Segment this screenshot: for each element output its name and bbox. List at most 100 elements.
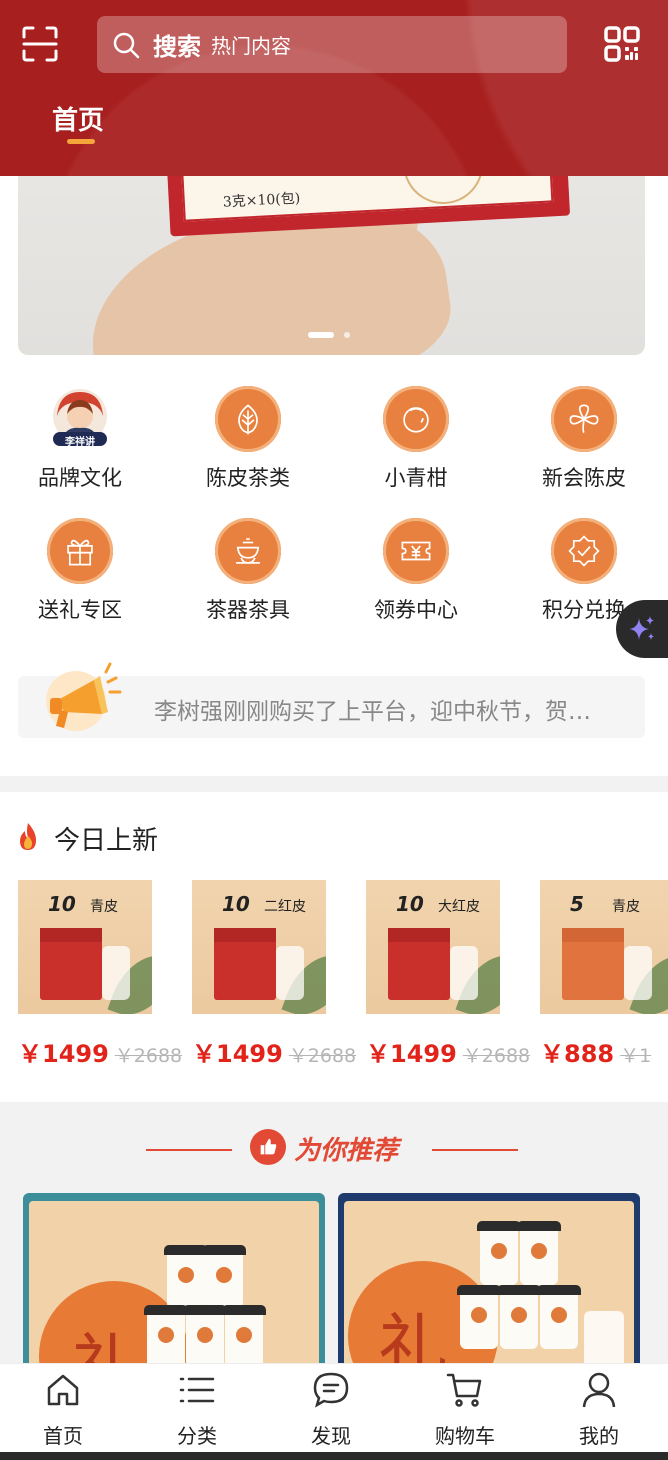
product-number: 10 xyxy=(222,892,250,916)
product-bag xyxy=(388,928,450,1000)
product-number: 10 xyxy=(396,892,424,916)
new-today-title: 今日上新 xyxy=(54,826,159,856)
original-price: ￥1 xyxy=(620,1045,652,1067)
recommend-product-card[interactable]: 礼 xyxy=(338,1193,640,1364)
tea-cup xyxy=(144,1305,188,1364)
current-price: ￥888 xyxy=(540,1040,615,1068)
scan-icon[interactable] xyxy=(20,24,60,64)
teapot-icon xyxy=(215,518,281,584)
tab-home-nav[interactable]: 首页 xyxy=(13,1370,113,1449)
top-header: 搜索 热门内容 首页 xyxy=(0,0,668,176)
notice-text: 李树强刚刚购买了上平台，迎中秋节，贺… xyxy=(154,699,591,725)
points-badge-icon xyxy=(551,518,617,584)
active-tab-indicator xyxy=(67,139,95,144)
tab-profile-nav[interactable]: 我的 xyxy=(549,1370,649,1449)
tab-label: 分类 xyxy=(177,1424,217,1448)
category-label: 茶器茶具 xyxy=(206,598,290,622)
product-jar xyxy=(624,946,652,1000)
product-card[interactable]: 5 青皮 ￥888 ￥1 xyxy=(540,880,668,1069)
current-price: ￥1499 xyxy=(192,1040,283,1068)
flame-icon xyxy=(20,823,36,850)
tab-category-nav[interactable]: 分类 xyxy=(147,1370,247,1449)
tea-cup xyxy=(457,1285,501,1349)
tab-home[interactable]: 首页 xyxy=(52,100,104,137)
cart-icon xyxy=(446,1373,482,1407)
tab-label: 购物车 xyxy=(435,1424,495,1448)
thumbs-up-icon xyxy=(250,1129,286,1165)
sparkle-icon xyxy=(629,616,654,640)
original-price: ￥2688 xyxy=(288,1045,357,1067)
qr-code-icon[interactable] xyxy=(602,24,642,64)
tab-discover-nav[interactable]: 发现 xyxy=(281,1370,381,1449)
product-jar xyxy=(102,946,130,1000)
tea-cup xyxy=(222,1305,266,1364)
category-label: 送礼专区 xyxy=(38,598,122,622)
peel-icon xyxy=(551,386,617,452)
home-icon xyxy=(47,1374,79,1406)
product-number: 5 xyxy=(570,892,584,916)
tab-label: 首页 xyxy=(43,1424,83,1448)
product-bag xyxy=(214,928,276,1000)
product-card[interactable]: 10 二红皮 ￥1499 ￥2688 xyxy=(192,880,356,1069)
tea-cup xyxy=(164,1245,208,1309)
category-teaware[interactable]: 茶器茶具 xyxy=(178,518,318,624)
category-label: 领券中心 xyxy=(374,598,458,622)
search-label: 搜索 xyxy=(153,33,201,61)
recommend-title: 为你推荐 xyxy=(294,1136,399,1166)
promo-banner[interactable]: 3克×10(包) xyxy=(18,176,645,355)
tab-label: 发现 xyxy=(311,1424,351,1448)
product-image-name: 二红皮 xyxy=(264,899,306,915)
current-price: ￥1499 xyxy=(18,1040,109,1068)
megaphone-icon xyxy=(46,662,122,731)
product-image: 10 二红皮 xyxy=(192,880,326,1014)
gift-tin-character: 礼 xyxy=(378,1306,448,1364)
coupon-icon xyxy=(383,518,449,584)
product-bag xyxy=(40,928,102,1000)
category-coupons[interactable]: 领券中心 xyxy=(346,518,486,624)
product-image-name: 青皮 xyxy=(90,899,118,915)
product-number: 10 xyxy=(48,892,76,916)
ai-assistant-button[interactable] xyxy=(616,600,668,658)
product-jar xyxy=(276,946,304,1000)
product-jar xyxy=(450,946,478,1000)
tea-cup xyxy=(202,1245,246,1309)
price-row: ￥1499 ￥2688 xyxy=(366,1034,530,1069)
tea-cup xyxy=(517,1221,561,1285)
category-label: 品牌文化 xyxy=(38,466,122,490)
banner-box-seal xyxy=(403,176,486,207)
search-input[interactable]: 搜索 热门内容 xyxy=(97,16,567,73)
category-brand-culture[interactable]: 李祥讲 品牌文化 xyxy=(10,386,150,492)
recommend-product-image: 礼 xyxy=(29,1201,319,1364)
product-card[interactable]: 10 大红皮 ￥1499 ￥2688 xyxy=(366,880,530,1069)
tea-cup xyxy=(497,1285,541,1349)
search-icon xyxy=(113,32,140,58)
banner-pagination xyxy=(308,332,350,338)
gift-tin-character: 礼 xyxy=(71,1311,141,1364)
tea-cup xyxy=(477,1221,521,1285)
product-image: 10 大红皮 xyxy=(366,880,500,1014)
recommend-product-card[interactable]: 礼 xyxy=(23,1193,325,1364)
original-price: ￥2688 xyxy=(114,1045,183,1067)
category-gifts[interactable]: 送礼专区 xyxy=(10,518,150,624)
product-image-name: 青皮 xyxy=(612,899,640,915)
tab-cart-nav[interactable]: 购物车 xyxy=(415,1370,515,1449)
category-green-citrus[interactable]: 小青柑 xyxy=(346,386,486,492)
list-icon xyxy=(179,1377,215,1403)
purchase-notice-bar[interactable]: 李树强刚刚购买了上平台，迎中秋节，贺… xyxy=(18,662,645,738)
product-card[interactable]: 10 青皮 ￥1499 ￥2688 xyxy=(18,880,182,1069)
divider-line xyxy=(146,1149,232,1151)
original-price: ￥2688 xyxy=(462,1045,531,1067)
category-label: 小青柑 xyxy=(384,466,448,490)
price-row: ￥888 ￥1 xyxy=(540,1034,668,1069)
gift-icon xyxy=(47,518,113,584)
pagination-dot xyxy=(344,332,350,338)
product-jar xyxy=(584,1311,624,1364)
bottom-edge xyxy=(0,1452,668,1460)
category-xinhui-peel[interactable]: 新会陈皮 xyxy=(514,386,654,492)
new-today-section: 今日上新 10 青皮 ￥1499 ￥2688 10 二红皮 ￥1499 ￥268… xyxy=(0,792,668,1102)
chat-bubble-icon xyxy=(313,1372,349,1408)
category-tea[interactable]: 陈皮茶类 xyxy=(178,386,318,492)
tab-label: 我的 xyxy=(579,1424,619,1448)
product-bag xyxy=(562,928,624,1000)
user-icon xyxy=(582,1372,616,1408)
